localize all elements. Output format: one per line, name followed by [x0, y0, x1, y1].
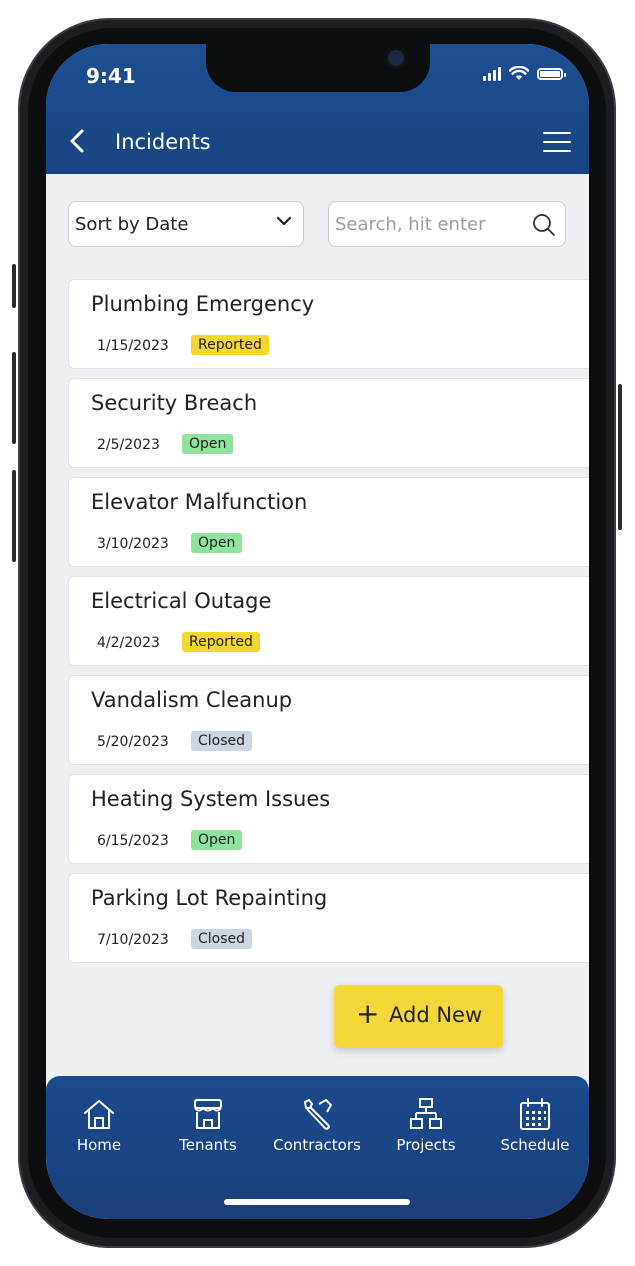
- tab-schedule[interactable]: Schedule: [485, 1096, 585, 1154]
- incident-title: Elevator Malfunction: [91, 490, 308, 514]
- tab-projects[interactable]: Projects: [376, 1096, 476, 1154]
- list-controls: Sort by Date: [68, 201, 568, 249]
- incident-card[interactable]: Heating System Issues 6/15/2023 Open: [68, 774, 589, 864]
- tab-contractors[interactable]: Contractors: [267, 1096, 367, 1154]
- incident-date: 1/15/2023: [97, 338, 169, 354]
- chevron-down-icon: [277, 216, 291, 226]
- wrench-icon: [304, 1099, 332, 1130]
- incident-date: 7/10/2023: [97, 932, 169, 948]
- incident-card[interactable]: Elevator Malfunction 3/10/2023 Open: [68, 477, 589, 567]
- incident-title: Security Breach: [91, 391, 258, 415]
- incident-title: Plumbing Emergency: [91, 292, 315, 316]
- incident-date: 4/2/2023: [97, 635, 160, 651]
- tab-tenants[interactable]: Tenants: [158, 1096, 258, 1154]
- search-icon[interactable]: [531, 212, 557, 238]
- storefront-icon: [194, 1099, 222, 1129]
- incident-date: 5/20/2023: [97, 734, 169, 750]
- sort-dropdown-label: Sort by Date: [75, 214, 189, 235]
- status-badge: Open: [191, 830, 243, 850]
- tab-home[interactable]: Home: [49, 1096, 149, 1154]
- incident-title: Parking Lot Repainting: [91, 886, 328, 910]
- tab-label: Schedule: [500, 1136, 570, 1154]
- incident-date: 2/5/2023: [97, 437, 160, 453]
- status-badge: Open: [182, 434, 234, 454]
- app-header: 9:41 Incidents: [46, 44, 589, 174]
- back-button[interactable]: [68, 128, 86, 159]
- search-input[interactable]: [335, 210, 525, 238]
- search-box[interactable]: [328, 201, 566, 247]
- home-indicator: [224, 1199, 410, 1205]
- wifi-icon: [509, 66, 529, 80]
- incident-card[interactable]: Electrical Outage 4/2/2023 Reported: [68, 576, 589, 666]
- add-new-label: Add New: [389, 1003, 483, 1027]
- hamburger-menu-icon[interactable]: [543, 132, 571, 152]
- status-time: 9:41: [86, 64, 136, 88]
- tab-label: Home: [76, 1136, 122, 1154]
- status-badge: Reported: [182, 632, 260, 652]
- incident-date: 6/15/2023: [97, 833, 169, 849]
- sort-dropdown[interactable]: Sort by Date: [68, 201, 304, 247]
- app-screen: 9:41 Incidents Sort by Date Search, hit …: [46, 44, 589, 1219]
- home-icon: [84, 1100, 114, 1129]
- volume-down-button: [12, 470, 16, 562]
- notch: [206, 44, 430, 92]
- incident-card[interactable]: Vandalism Cleanup 5/20/2023 Closed: [68, 675, 589, 765]
- add-new-button[interactable]: + Add New: [334, 985, 503, 1048]
- mute-switch: [12, 264, 16, 308]
- incident-title: Electrical Outage: [91, 589, 272, 613]
- tab-label: Contractors: [273, 1136, 361, 1154]
- incident-title: Heating System Issues: [91, 787, 331, 811]
- status-badge: Closed: [191, 731, 253, 751]
- incident-card[interactable]: Plumbing Emergency 1/15/2023 Reported: [68, 279, 589, 369]
- camera-icon: [388, 50, 404, 66]
- volume-up-button: [12, 352, 16, 444]
- status-badge: Open: [191, 533, 243, 553]
- status-badge: Closed: [191, 929, 253, 949]
- incident-list: Plumbing Emergency 1/15/2023 Reported Secur…: [68, 279, 589, 972]
- battery-icon: [537, 67, 566, 80]
- bottom-tab-bar: Home Tenants Contractors Projects Schedu…: [46, 1076, 589, 1219]
- status-badge: Reported: [191, 335, 269, 355]
- calendar-icon: [520, 1098, 550, 1130]
- signal-icon: [483, 66, 501, 81]
- incident-card[interactable]: Security Breach 2/5/2023 Open: [68, 378, 589, 468]
- chevron-left-icon: [70, 129, 84, 153]
- status-icons: [483, 66, 566, 81]
- tab-label: Projects: [396, 1136, 456, 1154]
- incident-title: Vandalism Cleanup: [91, 688, 293, 712]
- hierarchy-icon: [410, 1098, 442, 1129]
- incident-date: 3/10/2023: [97, 536, 169, 552]
- incident-card[interactable]: Parking Lot Repainting 7/10/2023 Closed: [68, 873, 589, 963]
- plus-icon: +: [356, 997, 380, 1030]
- tab-label: Tenants: [179, 1136, 237, 1154]
- page-title: Incidents: [115, 130, 211, 154]
- power-button: [618, 384, 622, 530]
